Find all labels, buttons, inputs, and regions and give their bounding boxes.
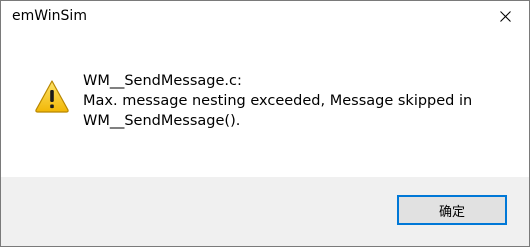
close-button[interactable] [483, 1, 529, 31]
warning-icon [35, 80, 69, 113]
dialog-content: WM__SendMessage.c: Max. message nesting … [1, 31, 529, 177]
message-line: WM__SendMessage(). [83, 113, 241, 129]
message-dialog: emWinSim WM__SendMessage.c: Max. message… [0, 0, 530, 247]
close-icon [500, 11, 511, 22]
window-title: emWinSim [12, 8, 87, 24]
message-line: Max. message nesting exceeded, Message s… [83, 93, 473, 109]
title-bar[interactable]: emWinSim [1, 1, 529, 31]
ok-button[interactable]: 确定 [397, 195, 507, 225]
message-line: WM__SendMessage.c: [83, 73, 242, 89]
message-text: WM__SendMessage.c: Max. message nesting … [83, 71, 503, 131]
button-bar: 确定 [1, 177, 529, 246]
